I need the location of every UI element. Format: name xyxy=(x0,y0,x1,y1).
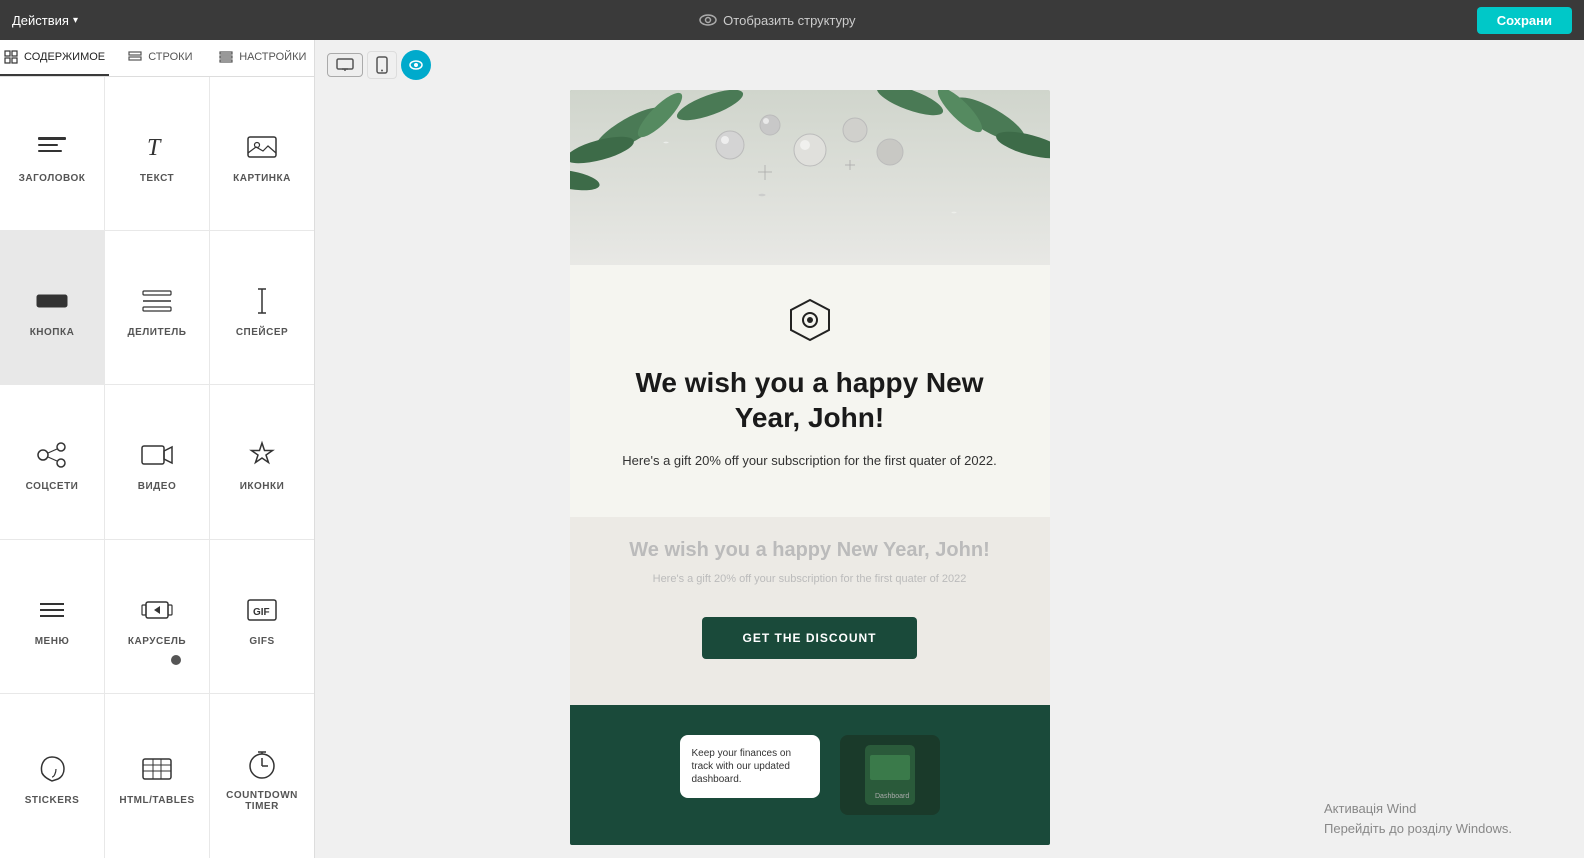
heading-label: ЗАГОЛОВОК xyxy=(19,173,86,184)
component-countdown[interactable]: COUNTDOWN TIMER xyxy=(210,694,314,858)
main-layout: СОДЕРЖИМОЕ СТРОКИ xyxy=(0,40,1584,858)
svg-text:Dashboard: Dashboard xyxy=(875,793,909,800)
footer-card: Keep your finances on track with our upd… xyxy=(680,735,820,798)
desktop-view-button[interactable] xyxy=(327,53,363,77)
html-tables-label: HTML/TABLES xyxy=(119,795,194,806)
heading-icon xyxy=(34,129,70,165)
gifs-icon: GIF xyxy=(244,592,280,628)
top-bar: Действия ▾ Отобразить структуру Сохрани xyxy=(0,0,1584,40)
menu-icon xyxy=(34,592,70,628)
tab-settings-label: НАСТРОЙКИ xyxy=(239,51,306,63)
preview-button[interactable] xyxy=(401,50,431,80)
component-icons[interactable]: ИКОНКИ xyxy=(210,385,314,538)
countdown-icon xyxy=(244,746,280,782)
component-gifs[interactable]: GIF GIFS xyxy=(210,540,314,693)
component-image[interactable]: КАРТИНКА xyxy=(210,77,314,230)
text-icon: T xyxy=(139,129,175,165)
divider-label: ДЕЛИТЕЛЬ xyxy=(128,327,187,338)
video-icon xyxy=(139,437,175,473)
component-html-tables[interactable]: HTML/TABLES xyxy=(105,694,209,858)
windows-activation-line1: Активація Wind xyxy=(1324,799,1564,819)
component-button[interactable]: КНОПКА xyxy=(0,231,104,384)
top-bar-center: Отобразить структуру xyxy=(699,13,855,28)
email-preview-wrapper: We wish you a happy New Year, John! Here… xyxy=(315,90,1304,858)
countdown-label: COUNTDOWN TIMER xyxy=(218,790,306,812)
settings-icon xyxy=(219,50,233,64)
windows-activation: Активація Wind Перейдіть до розділу Wind… xyxy=(1324,799,1564,838)
spacer-label: СПЕЙСЕР xyxy=(236,327,288,338)
social-label: СОЦСЕТИ xyxy=(26,481,79,492)
svg-text:T: T xyxy=(147,135,162,161)
email-footer-section: Keep your finances on track with our upd… xyxy=(570,705,1050,845)
email-heading: We wish you a happy New Year, John! xyxy=(610,365,1010,435)
components-grid: ЗАГОЛОВОК T ТЕКСТ xyxy=(0,77,314,858)
actions-button[interactable]: Действия ▾ xyxy=(12,13,78,28)
image-label: КАРТИНКА xyxy=(233,173,291,184)
email-preview: We wish you a happy New Year, John! Here… xyxy=(570,90,1050,845)
button-icon xyxy=(34,283,70,319)
display-structure-label: Отобразить структуру xyxy=(723,13,855,28)
rows-icon xyxy=(128,50,142,64)
divider-icon xyxy=(139,283,175,319)
stickers-icon xyxy=(34,751,70,787)
grid-icon xyxy=(4,50,18,64)
image-icon xyxy=(244,129,280,165)
tab-settings[interactable]: НАСТРОЙКИ xyxy=(212,40,314,76)
email-cta-button[interactable]: GET THE DISCOUNT xyxy=(702,617,916,659)
component-divider[interactable]: ДЕЛИТЕЛЬ xyxy=(105,231,209,384)
top-bar-left: Действия ▾ xyxy=(12,13,78,28)
carousel-label: КАРУСЕЛЬ xyxy=(128,636,186,647)
tab-content-label: СОДЕРЖИМОЕ xyxy=(24,51,105,63)
carousel-badge xyxy=(171,655,181,665)
component-menu[interactable]: МЕНЮ xyxy=(0,540,104,693)
email-hero-image xyxy=(570,90,1050,265)
right-panel: Активація Wind Перейдіть до розділу Wind… xyxy=(1304,40,1584,858)
component-heading[interactable]: ЗАГОЛОВОК xyxy=(0,77,104,230)
email-logo xyxy=(785,295,835,345)
tab-bar: СОДЕРЖИМОЕ СТРОКИ xyxy=(0,40,314,77)
icons-label: ИКОНКИ xyxy=(240,481,285,492)
icons-icon xyxy=(244,437,280,473)
chevron-down-icon: ▾ xyxy=(73,15,78,26)
component-spacer[interactable]: СПЕЙСЕР xyxy=(210,231,314,384)
stickers-label: STICKERS xyxy=(25,795,80,806)
component-text[interactable]: T ТЕКСТ xyxy=(105,77,209,230)
canvas-area: We wish you a happy New Year, John! Here… xyxy=(315,40,1304,858)
ghost-subtext: Here's a gift 20% off your subscription … xyxy=(610,571,1010,588)
left-sidebar: СОДЕРЖИМОЕ СТРОКИ xyxy=(0,40,315,858)
mobile-view-button[interactable] xyxy=(367,51,397,79)
eye-icon-button[interactable] xyxy=(699,14,717,26)
video-label: ВИДЕО xyxy=(138,481,176,492)
dashboard-mockup: Dashboard xyxy=(840,735,940,815)
component-carousel[interactable]: КАРУСЕЛЬ xyxy=(105,540,209,693)
component-social[interactable]: СОЦСЕТИ xyxy=(0,385,104,538)
windows-activation-line2: Перейдіть до розділу Windows. xyxy=(1324,819,1564,839)
social-icon xyxy=(34,437,70,473)
ghost-heading: We wish you a happy New Year, John! xyxy=(610,537,1010,563)
save-button[interactable]: Сохрани xyxy=(1477,7,1572,34)
tab-content[interactable]: СОДЕРЖИМОЕ xyxy=(0,40,109,76)
component-video[interactable]: ВИДЕО xyxy=(105,385,209,538)
email-subtext: Here's a gift 20% off your subscription … xyxy=(610,451,1010,471)
button-label: КНОПКА xyxy=(30,327,75,338)
carousel-icon xyxy=(139,592,175,628)
svg-text:GIF: GIF xyxy=(253,607,270,618)
spacer-icon xyxy=(244,283,280,319)
email-preview-ghost: We wish you a happy New Year, John! Here… xyxy=(570,517,1050,706)
actions-label: Действия xyxy=(12,13,69,28)
component-stickers[interactable]: STICKERS xyxy=(0,694,104,858)
text-label: ТЕКСТ xyxy=(140,173,174,184)
tab-rows[interactable]: СТРОКИ xyxy=(109,40,211,76)
html-icon xyxy=(139,751,175,787)
canvas-toolbar xyxy=(315,40,443,90)
tab-rows-label: СТРОКИ xyxy=(148,51,192,63)
menu-label: МЕНЮ xyxy=(35,636,70,647)
email-body: We wish you a happy New Year, John! Here… xyxy=(570,265,1050,517)
gifs-label: GIFS xyxy=(249,636,274,647)
footer-card-title: Keep your finances on track with our upd… xyxy=(692,747,808,786)
